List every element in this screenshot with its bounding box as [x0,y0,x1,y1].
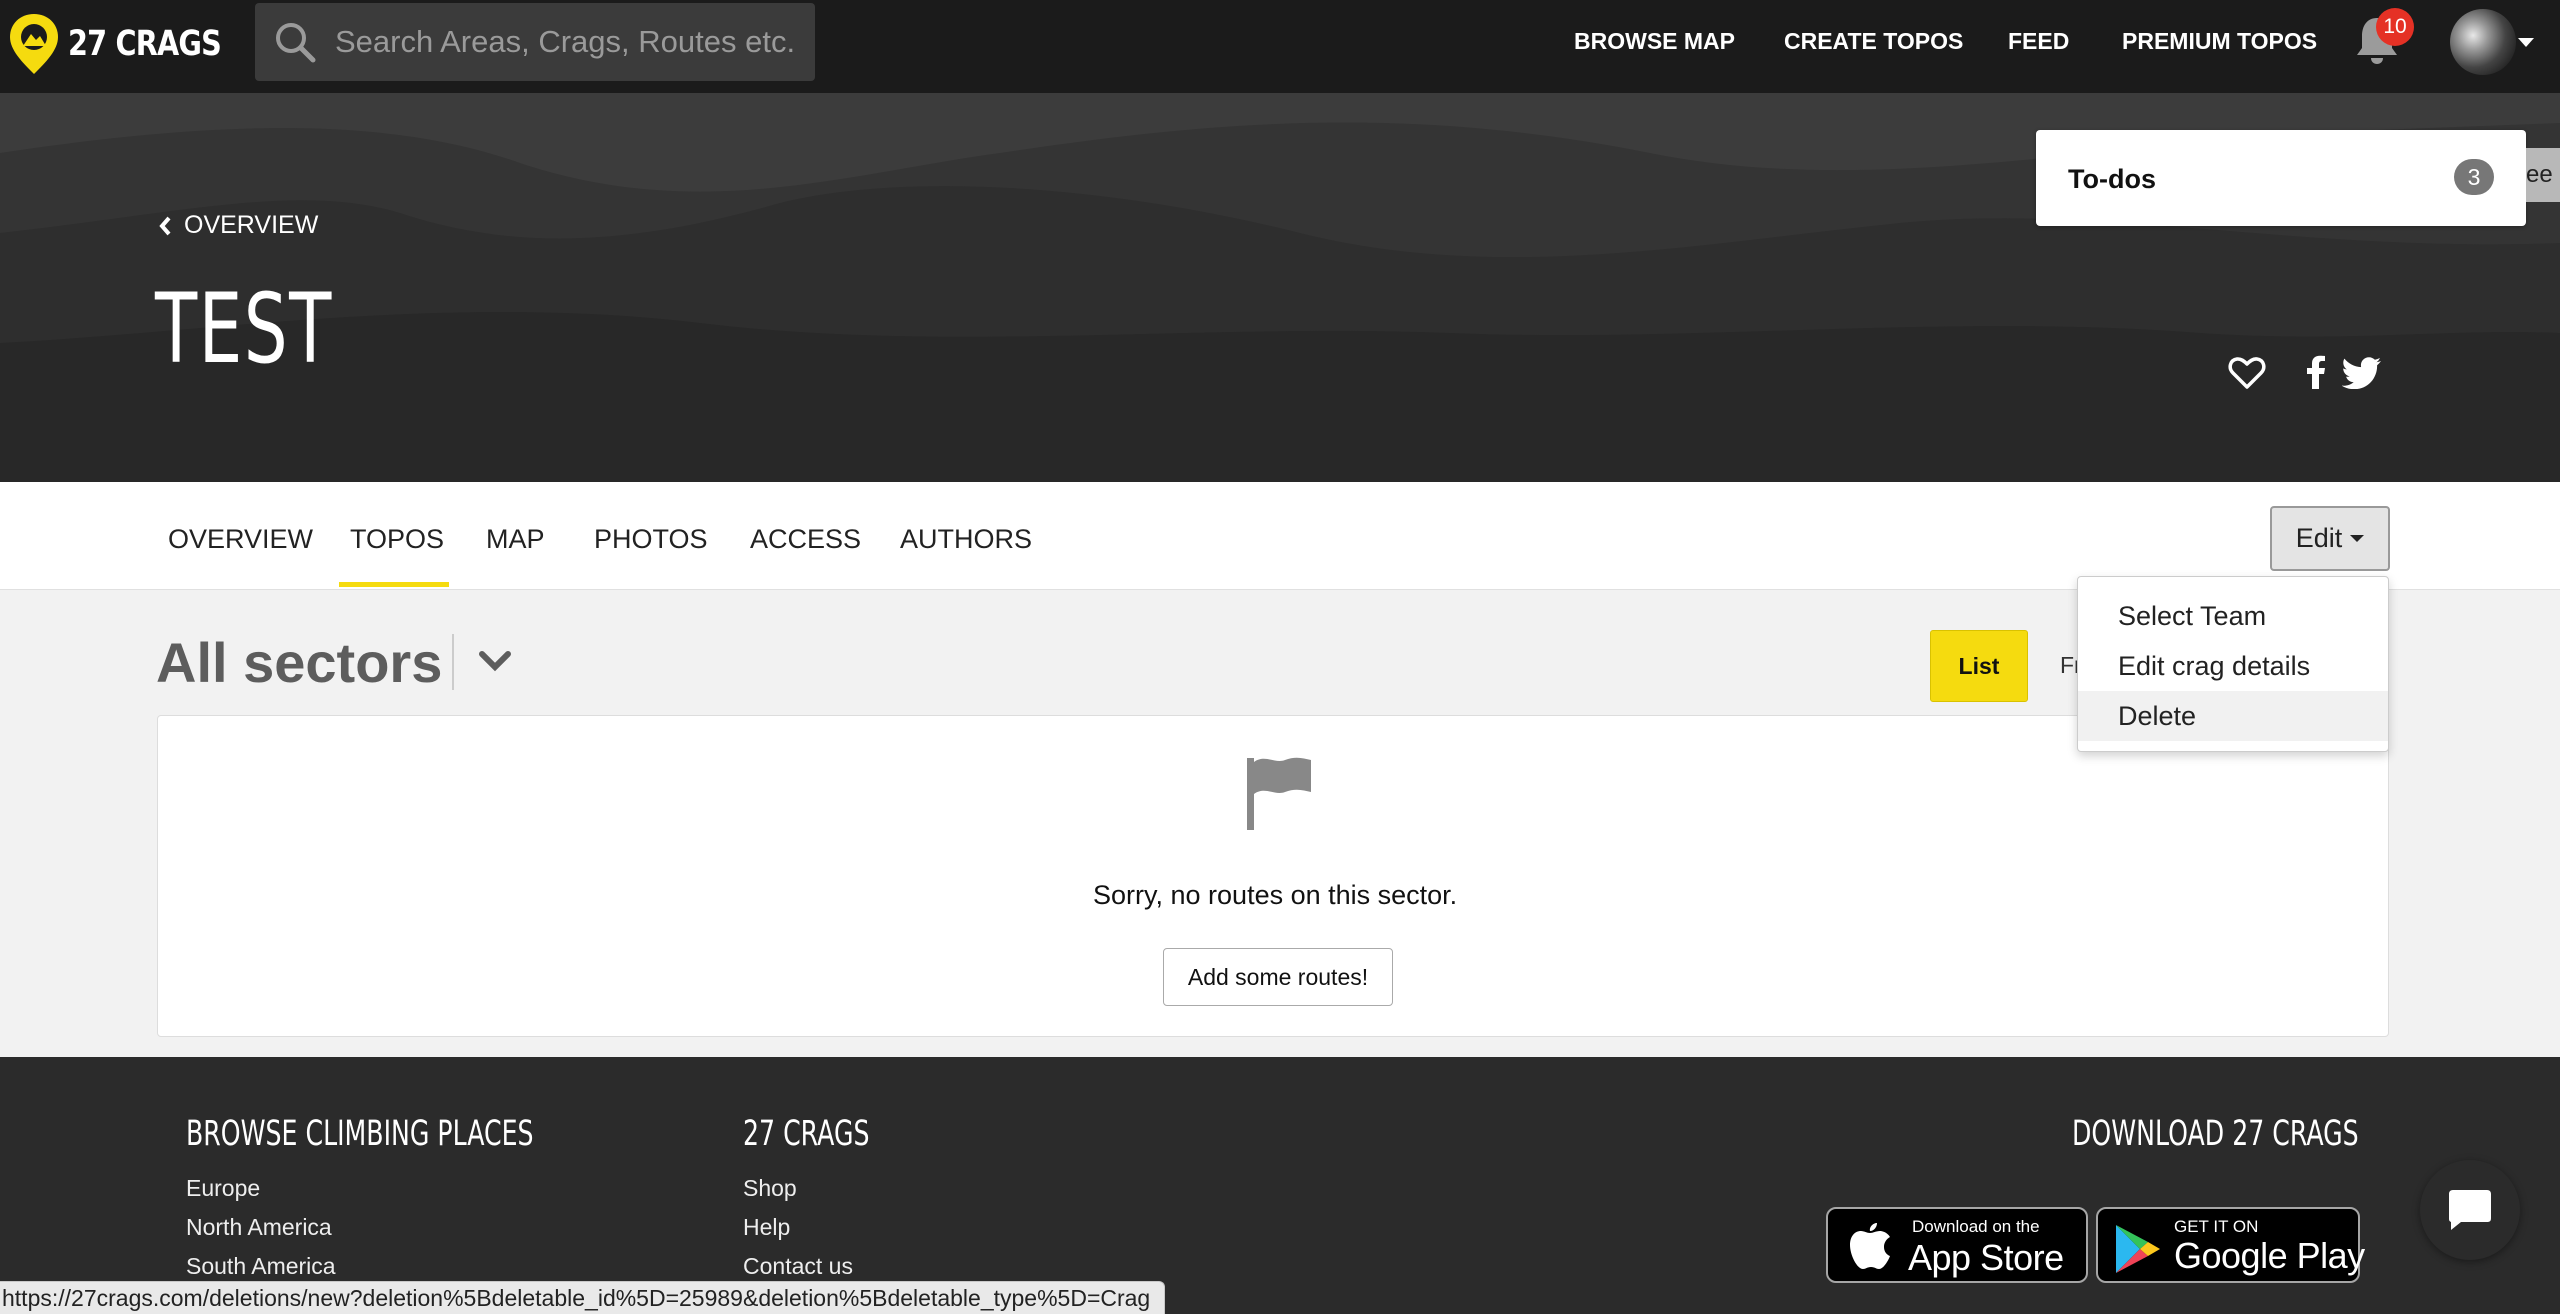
footer-company-heading: 27 CRAGS [743,1114,870,1154]
add-routes-button[interactable]: Add some routes! [1163,948,1393,1006]
nav-create-topos[interactable]: CREATE TOPOS [1784,28,1963,55]
app-store-big-text: App Store [1908,1237,2064,1278]
todos-side-tab[interactable]: ee [2526,148,2560,202]
avatar-caret-icon[interactable] [2518,38,2534,47]
list-view-button[interactable]: List [1930,630,2028,702]
logo-text: 27 CRAGS [68,24,222,64]
facebook-icon[interactable] [2306,355,2326,389]
google-play-small-text: GET IT ON [2174,1217,2259,1236]
footer-download-heading: DOWNLOAD 27 CRAGS [2072,1114,2359,1154]
menu-item-delete[interactable]: Delete [2078,691,2388,741]
tab-authors[interactable]: AUTHORS [900,524,1032,555]
nav-feed[interactable]: FEED [2008,28,2069,55]
back-link-label: OVERVIEW [184,211,319,239]
menu-item-select-team[interactable]: Select Team [2078,591,2388,641]
footer-link-contact[interactable]: Contact us [743,1253,853,1280]
sector-divider [452,634,454,690]
search-input[interactable] [335,24,795,60]
back-to-overview-link[interactable]: OVERVIEW [158,211,318,240]
tab-topos[interactable]: TOPOS [350,524,444,555]
footer-link-europe[interactable]: Europe [186,1175,260,1202]
nav-premium-topos[interactable]: PREMIUM TOPOS [2122,28,2317,55]
search-box[interactable] [255,3,815,81]
logo[interactable]: 27 CRAGS [8,12,255,76]
edit-dropdown-menu: Select Team Edit crag details Delete [2077,576,2389,752]
favorite-heart-icon[interactable] [2228,355,2266,391]
menu-item-edit-crag-details[interactable]: Edit crag details [2078,641,2388,691]
google-play-big-text: Google Play [2174,1235,2365,1276]
top-navbar: 27 CRAGS BROWSE MAP CREATE TOPOS FEED PR… [0,0,2560,93]
chevron-down-icon[interactable] [476,648,514,674]
google-play-icon [2116,1225,2160,1273]
active-tab-indicator [339,582,449,587]
tab-map[interactable]: MAP [486,524,545,555]
tab-overview[interactable]: OVERVIEW [168,524,313,555]
footer: BROWSE CLIMBING PLACES Europe North Amer… [0,1057,2560,1314]
sector-selector-title[interactable]: All sectors [156,630,442,695]
todos-widget[interactable]: To-dos 3 [2036,130,2526,226]
avatar[interactable] [2450,9,2516,75]
footer-browse-heading: BROWSE CLIMBING PLACES [186,1114,534,1154]
tab-access[interactable]: ACCESS [750,524,861,555]
edit-dropdown-button[interactable]: Edit [2270,506,2390,571]
chat-bubble-icon [2449,1190,2491,1230]
todos-count-badge: 3 [2454,159,2494,195]
edit-button-label: Edit [2295,523,2343,553]
todos-label: To-dos [2068,164,2156,194]
twitter-icon[interactable] [2342,357,2382,389]
google-play-badge[interactable]: GET IT ON Google Play [2096,1207,2365,1283]
apple-icon [1850,1223,1890,1269]
caret-down-icon [2350,535,2365,542]
logo-pin-icon [10,14,58,74]
footer-link-north-america[interactable]: North America [186,1214,332,1241]
flag-icon [1247,757,1311,830]
tab-photos[interactable]: PHOTOS [594,524,708,555]
app-store-small-text: Download on the [1912,1217,2040,1236]
footer-link-shop[interactable]: Shop [743,1175,797,1202]
app-store-badge[interactable]: Download on the App Store [1826,1207,2088,1283]
search-icon [276,23,316,63]
footer-link-south-america[interactable]: South America [186,1253,336,1280]
footer-link-help[interactable]: Help [743,1214,790,1241]
chat-button[interactable] [2420,1160,2520,1260]
chevron-left-icon [159,216,171,235]
notification-badge: 10 [2376,8,2414,46]
empty-state-message: Sorry, no routes on this sector. [1093,880,1458,910]
status-bar-url: https://27crags.com/deletions/new?deleti… [0,1281,1166,1314]
crag-tabs-bar: OVERVIEW TOPOS MAP PHOTOS ACCESS AUTHORS… [0,482,2560,590]
page-title: TEST [155,273,333,385]
nav-browse-map[interactable]: BROWSE MAP [1574,28,1735,55]
